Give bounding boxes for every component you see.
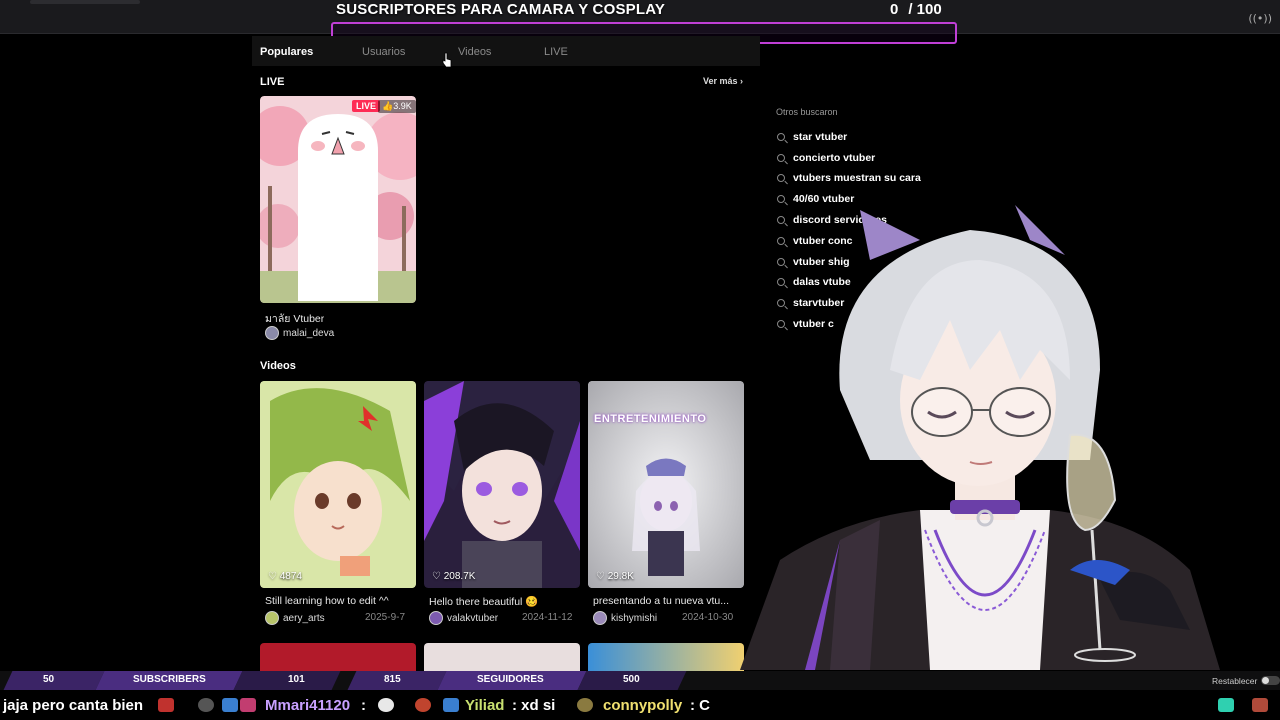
goal-count: 0 / 100 [890, 1, 942, 18]
reset-toggle[interactable] [1261, 676, 1280, 685]
video-likes: ♡ 29.8K [596, 571, 634, 582]
video-author[interactable]: valakvtuber [429, 611, 498, 625]
see-more-link[interactable]: Ver más › [703, 76, 743, 86]
chat-separator: : [361, 697, 366, 714]
live-thumbnail-art [260, 96, 416, 303]
video-date: 2025-9-7 [365, 612, 406, 623]
stat-segment [233, 671, 341, 690]
sidebar-title: Otros buscaron [776, 107, 838, 117]
broadcast-icon[interactable]: ((•)) [1248, 12, 1272, 25]
suggestion-label: concierto vtuber [793, 152, 876, 164]
thumbnail-overlay-text: ENTRETENIMIENTO [594, 413, 707, 425]
video-thumbnail[interactable]: ♡ 208.7K [424, 381, 580, 588]
suggestion-label: star vtuber [793, 131, 848, 143]
video-date: 2024-11-12 [522, 612, 573, 623]
subs-current: 50 [43, 674, 55, 685]
see-more-label: Ver más [703, 76, 738, 86]
tab-videos[interactable]: Videos [458, 46, 491, 58]
author-name: valakvtuber [447, 612, 499, 624]
emote-icon [415, 698, 431, 712]
tab-placeholder [30, 0, 140, 4]
search-icon [777, 154, 785, 162]
video-thumbnail-partial[interactable] [424, 643, 580, 671]
emote-icon [1252, 698, 1268, 712]
avatar [429, 611, 443, 625]
chat-message: jaja pero canta bien [3, 697, 144, 714]
live-badge: LIVE [352, 100, 381, 112]
goal-title: SUSCRIPTORES PARA CAMARA Y COSPLAY [336, 1, 666, 18]
video-likes-count: 208.7K [443, 571, 476, 582]
emote-icon [222, 698, 238, 712]
author-name: kishymishi [611, 612, 658, 624]
chat-message: : xd si [512, 697, 556, 714]
avatar [593, 611, 607, 625]
chat-message: : C [690, 697, 710, 714]
suggestion-item[interactable]: concierto vtuber [777, 152, 875, 164]
video-thumbnail-art [424, 381, 580, 588]
vtuber-avatar [740, 205, 1220, 670]
chat-username: Mmari41120 [265, 697, 351, 714]
followers-label: SEGUIDORES [477, 674, 544, 685]
live-card[interactable]: LIVE 👍3.9K [260, 96, 416, 303]
followers-goal: 500 [623, 674, 640, 685]
author-name: aery_arts [283, 612, 325, 624]
video-thumbnail[interactable]: ♡ 4874 [260, 381, 416, 588]
live-section-title: LIVE [260, 76, 285, 88]
video-author[interactable]: kishymishi [593, 611, 657, 625]
video-card[interactable]: ♡ 208.7K [424, 381, 580, 588]
author-name: malai_deva [283, 327, 335, 339]
emote-icon [240, 698, 256, 712]
emote-icon [198, 698, 214, 712]
live-likes-count: 3.9K [393, 101, 412, 111]
live-card-caption[interactable]: มาลัย Vtuber [265, 310, 324, 327]
goal-target: / 100 [908, 1, 942, 18]
goal-current: 0 [890, 1, 899, 18]
video-caption[interactable]: presentando a tu nueva vtu... [593, 595, 739, 607]
video-likes-count: 4874 [279, 571, 302, 582]
video-likes: ♡ 4874 [268, 571, 302, 582]
search-tabs: Populares Usuarios Videos LIVE [252, 36, 760, 66]
live-card-author[interactable]: malai_deva [265, 326, 334, 340]
suggestion-item[interactable]: star vtuber [777, 131, 847, 143]
emote-icon [158, 698, 174, 712]
live-viewers-badge: 👍3.9K [378, 100, 416, 113]
search-icon [777, 133, 785, 141]
reset-label: Restablecer [1212, 676, 1258, 686]
tab-usuarios[interactable]: Usuarios [362, 46, 405, 58]
emote-icon [1218, 698, 1234, 712]
chat-username: Yiliad [465, 697, 505, 714]
suggestion-label: vtubers muestran su cara [793, 172, 921, 184]
videos-section-title: Videos [260, 360, 296, 372]
video-author[interactable]: aery_arts [265, 611, 325, 625]
subs-label: SUBSCRIBERS [133, 674, 206, 685]
video-card[interactable]: ♡ 4874 [260, 381, 416, 588]
video-likes: ♡ 208.7K [432, 571, 476, 582]
video-caption[interactable]: Hello there beautiful 🥴 [429, 595, 579, 608]
tab-live[interactable]: LIVE [544, 46, 568, 58]
avatar [265, 326, 279, 340]
search-icon [777, 174, 785, 182]
video-thumbnail-art [260, 381, 416, 588]
tab-populares[interactable]: Populares [260, 46, 313, 58]
emote-icon [443, 698, 459, 712]
video-likes-count: 29.8K [607, 571, 634, 582]
chat-ticker: jaja pero canta bien Mmari41120 : Yiliad… [0, 690, 1280, 720]
emote-icon [577, 698, 593, 712]
subs-goal: 101 [288, 674, 305, 685]
suggestion-item[interactable]: vtubers muestran su cara [777, 172, 921, 184]
emote-icon [378, 698, 394, 712]
chat-username: connypolly [603, 697, 683, 714]
avatar [265, 611, 279, 625]
hand-cursor-icon [442, 52, 452, 68]
video-caption[interactable]: Still learning how to edit ^^ [265, 595, 415, 607]
video-thumbnail-partial[interactable] [260, 643, 416, 671]
followers-current: 815 [384, 674, 401, 685]
live-thumbnail[interactable]: LIVE 👍3.9K [260, 96, 416, 303]
